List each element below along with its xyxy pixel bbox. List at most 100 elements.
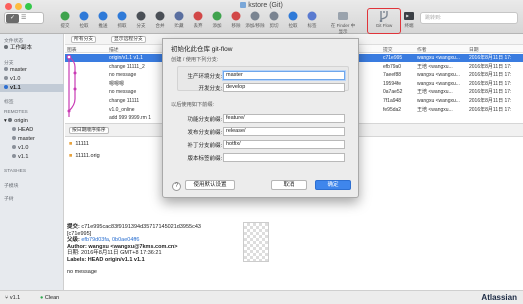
sidebar-header-remotes: REMOTES: [4, 110, 28, 115]
dialog-section-prefixes: 以后使用如下前缀:: [171, 102, 214, 108]
commit-graph: [66, 54, 77, 117]
commit-hash: efb79a0: [383, 63, 402, 70]
sidebar-item-branch-v1-1[interactable]: v1.1: [0, 84, 64, 92]
folder-icon: [240, 2, 247, 8]
commit-author: wangxu <wangxu...: [417, 80, 460, 87]
branch-label: HEAD: [18, 127, 34, 133]
status-bar: ⑂ v1.1 ● Clean Atlassian: [0, 290, 523, 304]
col-graph[interactable]: 图表: [67, 46, 77, 53]
terminal-label: 终端: [404, 23, 414, 28]
view-mode-inactive[interactable]: ☰: [21, 14, 26, 23]
push-icon: [97, 10, 109, 22]
ok-button[interactable]: 确定: [315, 180, 351, 190]
commit-icon: [59, 10, 71, 22]
commit-date: 2016年8月11日 17:: [469, 63, 512, 70]
toolbar-button-label: 剪切: [269, 23, 279, 28]
sidebar-item-remote-v1-1[interactable]: v1.1: [12, 153, 28, 161]
remote-label: origin: [14, 118, 28, 124]
cancel-button[interactable]: 取消: [271, 180, 307, 190]
working-copy-icon: [4, 45, 8, 49]
jump-to-search[interactable]: 跳转到:: [420, 12, 518, 24]
discard-icon: [192, 10, 204, 22]
release-prefix-field[interactable]: release/: [223, 127, 345, 136]
toolbar-button-13[interactable]: 标签: [299, 10, 325, 29]
develop-branch-label: 开发分支:: [198, 86, 222, 92]
finder-icon: [337, 10, 349, 22]
feature-prefix-field[interactable]: feature/: [223, 114, 345, 123]
file-name: 11111.orig: [75, 153, 100, 159]
toolbar-button-label: 标签: [307, 23, 317, 28]
view-mode-active[interactable]: ✓: [6, 14, 19, 23]
sidebar-item-branch-master[interactable]: master: [4, 66, 27, 74]
branch-icon: [12, 136, 16, 140]
list-item[interactable]: ■ 11111.orig: [65, 151, 100, 162]
toolbar-button-label: 添加: [212, 23, 222, 28]
view-selector[interactable]: ✓ ☰: [4, 12, 44, 24]
status-state-label: Clean: [44, 295, 60, 301]
commit-hash-line: 提交: c71e995cac83f9191394d35717145021d395…: [67, 224, 265, 231]
sidebar-header-workspace: 文件状态: [4, 39, 24, 44]
titlebar: kstore (Git) ✓ ☰ 提交 拉取 推送 抓取 分支 合并 贮藏 丢弃 添加 移除 添加/移…: [0, 0, 523, 34]
window-title-text: kstore (Git): [248, 2, 283, 9]
parent-link[interactable]: 0b0ae04ff6: [112, 237, 139, 243]
sidebar-item-working-copy[interactable]: 工作副本: [4, 44, 32, 52]
status-state: ● Clean: [40, 291, 59, 304]
modified-file-icon: ■: [69, 141, 73, 147]
list-item[interactable]: ■ 11111: [65, 139, 89, 150]
commit-date: 2016年8月11日 17:: [469, 80, 512, 87]
sidebar-item-remote-v1-0[interactable]: v1.0: [12, 144, 28, 152]
commit-hash: c71e995: [383, 55, 403, 61]
sidebar-header-branches: 分支: [4, 61, 14, 66]
commit-hash: 0a7ae52: [383, 89, 403, 96]
toolbar-button-label: 提交: [60, 23, 70, 28]
commit-date: 2016年8月11日 17:: [469, 106, 512, 113]
toolbar-button-label: 移除: [231, 23, 241, 28]
terminal-button[interactable]: 终端: [396, 10, 422, 29]
image-diff-preview: [243, 222, 269, 262]
hotfix-prefix-field[interactable]: hotfix/: [223, 140, 345, 149]
branch-icon: [12, 145, 16, 149]
develop-branch-field[interactable]: develop: [223, 83, 345, 92]
pull-icon: [78, 10, 90, 22]
sidebar-item-branch-v1-0[interactable]: v1.0: [4, 75, 20, 83]
production-branch-field[interactable]: master: [223, 71, 345, 80]
stash-icon: [173, 10, 185, 22]
parent-line: 父级: efb79d03fa, 0b0ae04ff6: [67, 237, 140, 244]
col-date[interactable]: 日期: [469, 46, 479, 53]
finder-button[interactable]: 在 Finder 中显示: [330, 10, 356, 35]
remote-icon: [8, 118, 13, 122]
branch-icon: [4, 76, 8, 80]
sidebar-item-remote-master[interactable]: master: [12, 135, 35, 143]
commit-hash: fe95da2: [383, 106, 402, 113]
branch-label: v1.1: [18, 154, 29, 160]
col-author[interactable]: 作者: [417, 46, 427, 53]
help-icon[interactable]: ?: [172, 182, 181, 191]
remove-icon: [230, 10, 242, 22]
status-branch-label: v1.1: [9, 295, 21, 301]
remote-filter-dropdown[interactable]: 显示远程分支: [111, 36, 146, 43]
dialog-section-branches: 创建 / 使用下列分支:: [171, 57, 219, 63]
parent-link[interactable]: efb79d03fa: [81, 237, 109, 243]
version-tag-prefix-label: 版本标签前缀:: [187, 156, 222, 162]
branch-icon: [12, 154, 16, 158]
git-flow-dialog: 初始化此仓库 git-flow 创建 / 使用下列分支: 生产环境分支: mas…: [162, 38, 359, 198]
add-remove-icon: [249, 10, 261, 22]
sidebar-item-remote-origin[interactable]: ▾ origin: [4, 117, 28, 125]
window-title: kstore (Git): [0, 2, 523, 9]
commit-description: 嗯嗯嗯: [109, 80, 125, 87]
branch-label: master: [10, 67, 27, 73]
commit-author: 王培 <wangxu...: [417, 89, 453, 96]
cut-icon: [268, 10, 280, 22]
branch-label: v1.1: [10, 85, 21, 91]
commit-description: origin/v1.1 v1.1: [109, 55, 143, 61]
col-commit[interactable]: 提交: [383, 46, 393, 53]
version-tag-prefix-field[interactable]: [223, 153, 345, 162]
sidebar-header-tags: 标签: [4, 100, 14, 105]
branch-filter-dropdown[interactable]: 所有分支: [71, 36, 97, 43]
col-description[interactable]: 描述: [109, 46, 119, 53]
sidebar-item-remote-head[interactable]: HEAD: [12, 126, 33, 134]
sort-order-dropdown[interactable]: 按日期顺序排序: [69, 127, 109, 134]
file-name: 11111: [75, 141, 89, 147]
use-defaults-button[interactable]: 使用默认设置: [185, 180, 235, 190]
toolbar-button-label: 分支: [136, 23, 146, 28]
